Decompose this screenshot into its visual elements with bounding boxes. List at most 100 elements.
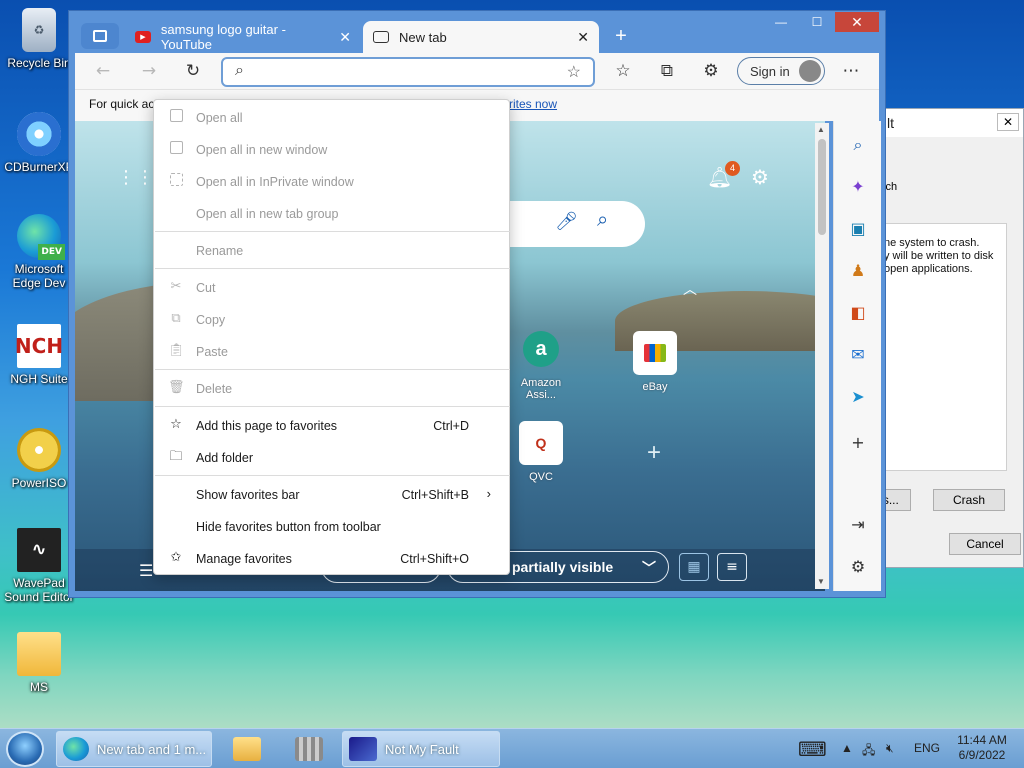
- menu-item-open-all-tab-group[interactable]: Open all in new tab group: [154, 200, 509, 228]
- sign-in-button[interactable]: Sign in: [737, 57, 825, 85]
- dialog-panel: ne system to crash. y will be written to…: [881, 223, 1007, 471]
- office-icon[interactable]: ◧: [846, 301, 870, 325]
- desktop-icon-cdburnerxp[interactable]: CDBurnerXP: [4, 112, 74, 174]
- menu-item-open-all[interactable]: Open all: [154, 104, 509, 132]
- quick-link-ebay[interactable]: eBay: [625, 331, 685, 393]
- taskbar: New tab and 1 m... Not My Fault ⌨ ▲ 🖧︎ 🔇…: [0, 728, 1024, 768]
- close-tab-icon[interactable]: ✕: [339, 29, 351, 46]
- add-icon[interactable]: +: [846, 431, 870, 455]
- dialog-crash-button[interactable]: Crash: [933, 489, 1005, 511]
- new-tab-icon: [373, 31, 389, 43]
- tab-new-tab[interactable]: New tab ✕: [363, 21, 599, 53]
- menu-item-add-folder[interactable]: 🗀︎ Add folder: [154, 444, 509, 472]
- desktop-icon-nch-suite[interactable]: NCH NGH Suite: [4, 324, 74, 386]
- clock[interactable]: 11:44 AM 6/9/2022: [950, 733, 1014, 763]
- poweriso-icon: [17, 428, 61, 472]
- tools-icon[interactable]: ▣: [846, 217, 870, 241]
- network-icon[interactable]: 🖧︎: [862, 741, 875, 762]
- menu-item-open-all-new-window[interactable]: Open all in new window: [154, 136, 509, 164]
- dialog-panel-text: ne system to crash. y will be written to…: [884, 237, 994, 275]
- search-icon[interactable]: ⌕: [846, 133, 870, 157]
- microphone-icon[interactable]: 🎤︎: [555, 211, 578, 232]
- notification-badge: 4: [725, 161, 740, 176]
- tab-youtube[interactable]: ▶ samsung logo guitar - YouTube ✕: [125, 21, 361, 53]
- qvc-icon: Q: [519, 421, 563, 465]
- new-tab-button[interactable]: +: [609, 25, 633, 48]
- taskbar-button-explorer[interactable]: [220, 731, 276, 767]
- more-menu-button[interactable]: ⋯: [839, 59, 863, 83]
- quick-link-qvc[interactable]: Q QVC: [511, 421, 571, 483]
- refresh-button[interactable]: ↻: [181, 59, 205, 83]
- quick-link-label: QVC: [529, 471, 553, 483]
- taskbar-button-edge[interactable]: New tab and 1 m...: [56, 731, 212, 767]
- taskbar-button-not-my-fault[interactable]: Not My Fault: [342, 731, 500, 767]
- menu-item-rename[interactable]: Rename: [154, 237, 509, 265]
- desktop-icon-wavepad[interactable]: ∿ WavePad Sound Editor: [4, 528, 74, 604]
- close-window-button[interactable]: ✕: [835, 12, 879, 32]
- favorites-button[interactable]: ☆: [611, 59, 635, 83]
- address-bar[interactable]: ⌕ ☆: [221, 57, 595, 87]
- language-indicator[interactable]: ENG: [914, 741, 940, 755]
- desktop-icon-recycle-bin[interactable]: ♻ Recycle Bin: [4, 8, 74, 70]
- menu-item-add-page-to-favorites[interactable]: ☆ Add this page to favorites Ctrl+D: [154, 412, 509, 440]
- scroll-down-icon[interactable]: ▼: [817, 577, 825, 586]
- grid-view-button[interactable]: ▦: [679, 553, 709, 581]
- start-button[interactable]: [6, 731, 44, 767]
- collapse-caret-icon[interactable]: ︿: [683, 279, 697, 299]
- taskbar-button-label: Not My Fault: [385, 741, 459, 757]
- add-favorite-icon[interactable]: ☆: [567, 62, 581, 82]
- tab-actions-button[interactable]: [81, 23, 119, 49]
- show-hidden-icons[interactable]: ▲: [841, 741, 853, 755]
- ebay-icon: [633, 331, 677, 375]
- games-icon[interactable]: ♟: [846, 259, 870, 283]
- menu-item-copy[interactable]: ⧉ Copy: [154, 306, 509, 334]
- hide-sidebar-icon[interactable]: ⇥: [846, 513, 870, 537]
- desktop-icon-edge-dev[interactable]: DEV Microsoft Edge Dev: [4, 214, 74, 290]
- quick-link-amazon-assistant[interactable]: a Amazon Assi...: [511, 331, 571, 401]
- menu-item-manage-favorites[interactable]: ✩ Manage favorites Ctrl+Shift+O: [154, 545, 509, 573]
- dialog-cancel-button[interactable]: Cancel: [949, 533, 1021, 555]
- add-quick-link-button[interactable]: +: [647, 439, 661, 467]
- feed-menu-icon[interactable]: ☰: [139, 561, 153, 580]
- menu-item-delete[interactable]: 🗑︎ Delete: [154, 375, 509, 403]
- send-icon[interactable]: ➤: [846, 385, 870, 409]
- menu-item-cut[interactable]: ✂ Cut: [154, 274, 509, 302]
- desktop-icon-poweriso[interactable]: PowerISO: [4, 428, 74, 490]
- menu-separator: [155, 475, 510, 476]
- menu-item-label: Open all: [196, 111, 243, 125]
- scroll-up-icon[interactable]: ▲: [817, 125, 825, 134]
- chevron-down-icon: ﹀: [642, 560, 656, 576]
- dialog-close-button[interactable]: ✕: [997, 113, 1019, 131]
- quick-link-label: Amazon Assi...: [520, 377, 562, 401]
- volume-muted-icon[interactable]: 🔇︎: [886, 741, 894, 756]
- menu-item-shortcut: Ctrl+Shift+B: [401, 488, 469, 502]
- menu-item-shortcut: Ctrl+Shift+O: [400, 552, 469, 566]
- keyboard-icon[interactable]: ⌨: [798, 737, 827, 761]
- menu-item-show-favorites-bar[interactable]: Show favorites bar Ctrl+Shift+B ›: [154, 481, 509, 509]
- minimize-button[interactable]: —: [763, 12, 799, 32]
- discover-icon[interactable]: ✦: [846, 175, 870, 199]
- maximize-button[interactable]: ☐: [799, 12, 835, 32]
- favorites-bar-link[interactable]: rites now: [509, 97, 557, 111]
- search-icon[interactable]: ⌕: [597, 209, 608, 232]
- menu-item-hide-favorites-button[interactable]: Hide favorites button from toolbar: [154, 513, 509, 541]
- desktop-icon-ms-folder[interactable]: MS: [4, 632, 74, 694]
- back-button[interactable]: ←: [91, 59, 115, 83]
- tab-title: New tab: [399, 29, 447, 45]
- close-tab-icon[interactable]: ✕: [577, 29, 589, 46]
- quick-link-label: eBay: [642, 381, 668, 393]
- scroll-thumb[interactable]: [818, 139, 826, 235]
- menu-item-paste[interactable]: 📋︎ Paste: [154, 338, 509, 366]
- outlook-icon[interactable]: ✉: [846, 343, 870, 367]
- list-view-button[interactable]: ≡: [717, 553, 747, 581]
- collections-button[interactable]: ⧉: [655, 59, 679, 83]
- menu-item-label: Cut: [196, 281, 216, 295]
- menu-item-open-all-inprivate[interactable]: Open all in InPrivate window: [154, 168, 509, 196]
- taskbar-button-app[interactable]: [282, 731, 338, 767]
- cdburnerxp-icon: [17, 112, 61, 156]
- settings-icon[interactable]: ⚙: [846, 555, 870, 579]
- forward-button[interactable]: →: [137, 59, 161, 83]
- page-settings-icon[interactable]: ⚙: [751, 165, 769, 189]
- extensions-button[interactable]: ⚙: [699, 59, 723, 83]
- page-scrollbar[interactable]: ▲ ▼: [815, 123, 829, 589]
